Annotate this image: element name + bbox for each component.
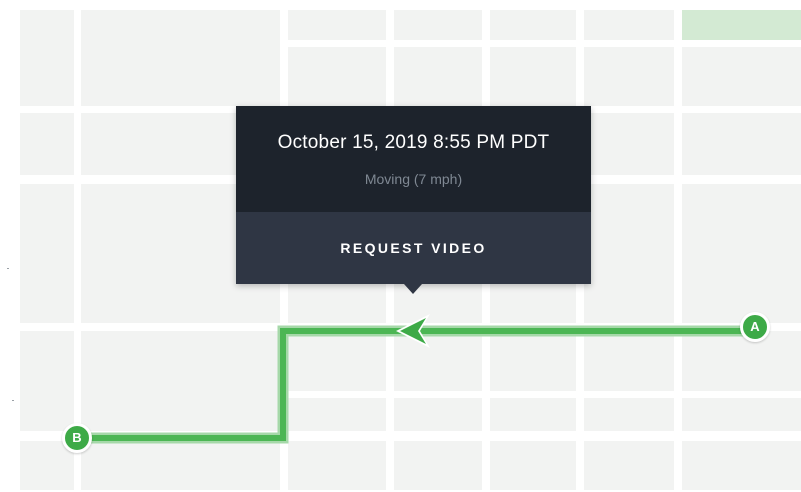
map-block [288,47,386,106]
map-block [682,331,801,391]
map-block [490,10,576,40]
map-block [394,10,482,40]
map-block [81,10,280,106]
map-block [81,331,280,431]
map-block [584,47,674,106]
map-block [584,441,674,490]
map-block [288,10,386,40]
map-block [81,441,280,490]
map-block [490,398,576,431]
map-block [682,47,801,106]
map-block [394,398,482,431]
map-block [20,113,74,175]
map-tick [7,268,9,269]
popover-header: October 15, 2019 8:55 PM PDT Moving (7 m… [236,106,591,212]
popover-pointer-triangle [404,284,422,294]
map-block [20,331,74,431]
map-block [584,10,674,40]
popover-status: Moving (7 mph) [364,171,463,187]
map-block [682,398,801,431]
map-block [20,10,74,106]
map-block [682,441,801,490]
map-block [490,47,576,106]
map-block [394,441,482,490]
request-video-button[interactable]: REQUEST VIDEO [236,212,591,284]
map-tick [12,400,14,401]
map-block [584,184,674,323]
map-block [394,47,482,106]
map-block [394,331,482,391]
map-block [20,184,74,323]
map-block [288,441,386,490]
map-block [490,441,576,490]
popover-datetime: October 15, 2019 8:55 PM PDT [277,132,550,153]
map-park [682,10,801,40]
map-block [288,331,386,391]
map-block [682,113,801,175]
route-end-marker[interactable]: B [62,423,92,453]
map-block [584,398,674,431]
route-start-marker[interactable]: A [740,312,770,342]
map-block [490,331,576,391]
map-view[interactable]: October 15, 2019 8:55 PM PDT Moving (7 m… [0,0,801,492]
map-block [682,184,801,323]
location-popover: October 15, 2019 8:55 PM PDT Moving (7 m… [236,106,591,284]
map-block [584,113,674,175]
map-block [584,331,674,391]
map-block [288,398,386,431]
